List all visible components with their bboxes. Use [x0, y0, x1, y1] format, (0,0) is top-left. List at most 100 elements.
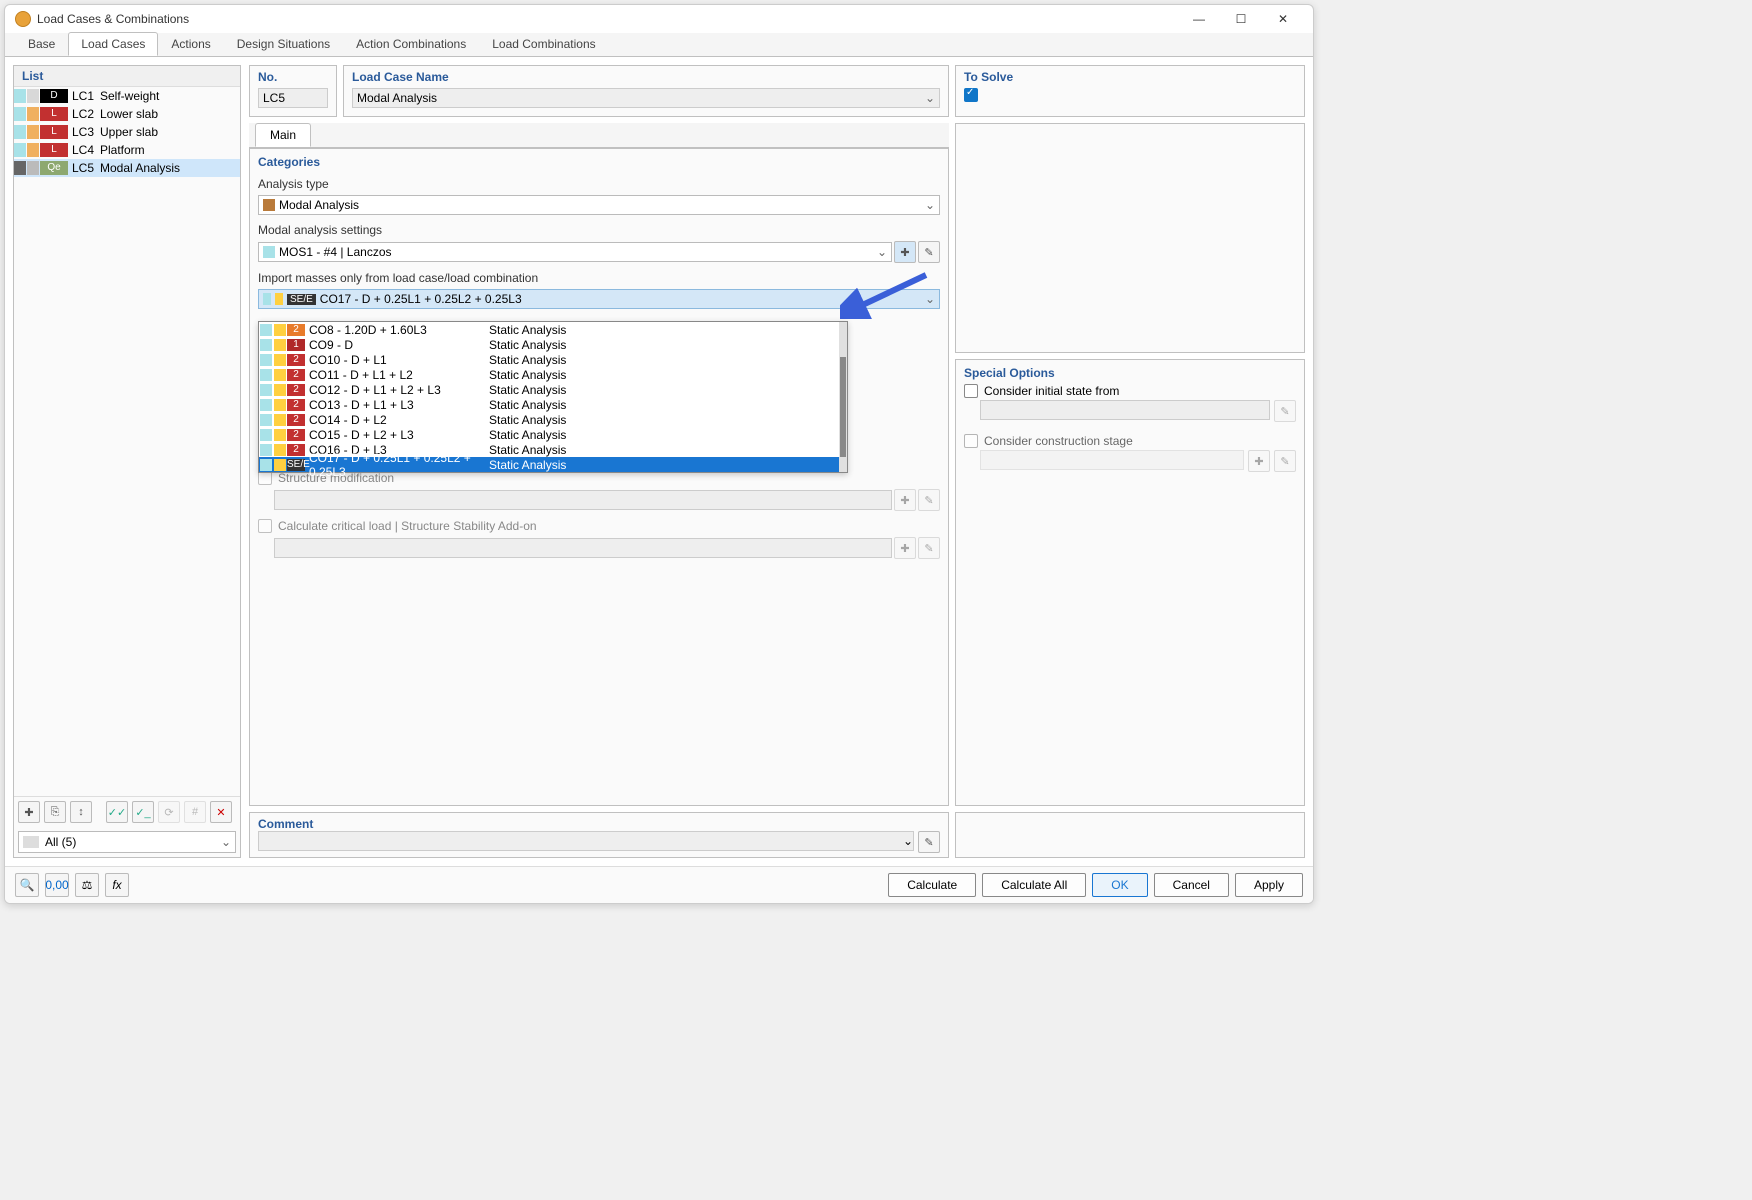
scrollbar[interactable]: [839, 322, 847, 472]
function-icon[interactable]: fx: [105, 873, 129, 897]
to-solve-field: To Solve: [955, 65, 1305, 117]
no-input[interactable]: LC5: [258, 88, 328, 108]
uncheck-all-icon[interactable]: ✓_: [132, 801, 154, 823]
load-case-row[interactable]: QeLC5Modal Analysis: [14, 159, 240, 177]
tab-action-combinations[interactable]: Action Combinations: [343, 32, 479, 56]
chevron-down-icon: ⌄: [877, 245, 887, 259]
construction-stage-checkbox[interactable]: [964, 434, 978, 448]
sub-tab-bar: Main: [249, 123, 949, 148]
load-case-list[interactable]: DLC1Self-weightLLC2Lower slabLLC3Upper s…: [14, 87, 240, 796]
new-icon[interactable]: ✚: [18, 801, 40, 823]
dropdown-item[interactable]: 1CO9 - DStatic Analysis: [259, 337, 839, 352]
load-case-row[interactable]: LLC3Upper slab: [14, 123, 240, 141]
construction-stage-label: Consider construction stage: [984, 434, 1133, 448]
load-case-row[interactable]: DLC1Self-weight: [14, 87, 240, 105]
chevron-down-icon: ⌄: [925, 91, 935, 105]
renumber-icon[interactable]: #: [184, 801, 206, 823]
dropdown-item[interactable]: 2CO12 - D + L1 + L2 + L3Static Analysis: [259, 382, 839, 397]
name-input[interactable]: Modal Analysis ⌄: [352, 88, 940, 108]
dropdown-item[interactable]: SE/ECO17 - D + 0.25L1 + 0.25L2 + 0.25L3S…: [259, 457, 839, 472]
tab-actions[interactable]: Actions: [158, 32, 223, 56]
list-toolbar: ✚ ⎘ ↕ ✓✓ ✓_ ⟳ # ✕: [14, 796, 240, 827]
dropdown-item[interactable]: 2CO10 - D + L1Static Analysis: [259, 352, 839, 367]
chevron-down-icon: ⌄: [221, 835, 231, 849]
tab-load-cases[interactable]: Load Cases: [68, 32, 158, 56]
close-button[interactable]: ✕: [1263, 7, 1303, 31]
load-case-row[interactable]: LLC2Lower slab: [14, 105, 240, 123]
to-solve-label: To Solve: [964, 70, 1296, 84]
chevron-down-icon: ⌄: [903, 834, 913, 848]
new-icon[interactable]: ✚: [894, 537, 916, 559]
search-icon[interactable]: 🔍: [15, 873, 39, 897]
tab-bar: Base Load Cases Actions Design Situation…: [5, 33, 1313, 57]
import-masses-label: Import masses only from load case/load c…: [258, 271, 940, 285]
no-label: No.: [258, 70, 328, 84]
maximize-button[interactable]: ☐: [1221, 7, 1261, 31]
structure-mod-dropdown: [274, 490, 892, 510]
ok-button[interactable]: OK: [1092, 873, 1147, 897]
minimize-button[interactable]: —: [1179, 7, 1219, 31]
annotation-arrow: [840, 269, 930, 319]
modal-swatch: [263, 246, 275, 258]
load-case-row[interactable]: LLC4Platform: [14, 141, 240, 159]
cancel-button[interactable]: Cancel: [1154, 873, 1229, 897]
analysis-swatch: [263, 199, 275, 211]
modal-settings-dropdown[interactable]: MOS1 - #4 | Lanczos ⌄: [258, 242, 892, 262]
initial-state-dropdown: [980, 400, 1270, 420]
critical-load-checkbox[interactable]: [258, 519, 272, 533]
window-title: Load Cases & Combinations: [37, 12, 1179, 26]
tab-load-combinations[interactable]: Load Combinations: [479, 32, 608, 56]
copy-icon[interactable]: ⎘: [44, 801, 66, 823]
structure-mod-checkbox[interactable]: [258, 471, 272, 485]
dropdown-item[interactable]: 2CO15 - D + L2 + L3Static Analysis: [259, 427, 839, 442]
apply-button[interactable]: Apply: [1235, 873, 1303, 897]
new-settings-icon[interactable]: ✚: [894, 241, 916, 263]
subtab-main[interactable]: Main: [255, 123, 311, 147]
list-panel: List DLC1Self-weightLLC2Lower slabLLC3Up…: [13, 65, 241, 858]
dropdown-item[interactable]: 2CO14 - D + L2Static Analysis: [259, 412, 839, 427]
new-icon: ✚: [1248, 450, 1270, 472]
import-masses-dropdown[interactable]: SE/E CO17 - D + 0.25L1 + 0.25L2 + 0.25L3…: [258, 289, 940, 309]
comment-input[interactable]: ⌄: [258, 831, 914, 851]
dialog-footer: 🔍 0,00 ⚖ fx Calculate Calculate All OK C…: [5, 866, 1313, 903]
refresh-icon[interactable]: ⟳: [158, 801, 180, 823]
calculate-all-button[interactable]: Calculate All: [982, 873, 1086, 897]
edit-icon[interactable]: ✎: [918, 489, 940, 511]
filter-dropdown[interactable]: All (5) ⌄: [18, 831, 236, 853]
standards-icon[interactable]: ⚖: [75, 873, 99, 897]
critical-load-dropdown: [274, 538, 892, 558]
new-icon[interactable]: ✚: [894, 489, 916, 511]
comment-edit-icon[interactable]: ✎: [918, 831, 940, 853]
units-icon[interactable]: 0,00: [45, 873, 69, 897]
edit-icon[interactable]: ✎: [918, 537, 940, 559]
special-options-title: Special Options: [964, 366, 1296, 380]
dropdown-item[interactable]: 2CO8 - 1.20D + 1.60L3Static Analysis: [259, 322, 839, 337]
construction-stage-dropdown: [980, 450, 1244, 470]
tab-base[interactable]: Base: [15, 32, 68, 56]
modal-settings-label: Modal analysis settings: [258, 223, 940, 237]
edit-icon[interactable]: ✎: [1274, 400, 1296, 422]
preview-box: [955, 123, 1305, 353]
sort-icon[interactable]: ↕: [70, 801, 92, 823]
dropdown-item[interactable]: 2CO11 - D + L1 + L2Static Analysis: [259, 367, 839, 382]
name-label: Load Case Name: [352, 70, 940, 84]
bottom-right-box: [955, 812, 1305, 858]
categories-title: Categories: [258, 155, 940, 169]
check-all-icon[interactable]: ✓✓: [106, 801, 128, 823]
edit-settings-icon[interactable]: ✎: [918, 241, 940, 263]
critical-load-label: Calculate critical load | Structure Stab…: [278, 519, 537, 533]
chevron-down-icon: ⌄: [925, 198, 935, 212]
filter-value: All (5): [45, 835, 221, 849]
analysis-type-dropdown[interactable]: Modal Analysis ⌄: [258, 195, 940, 215]
special-options-box: Special Options Consider initial state f…: [955, 359, 1305, 806]
tab-design-situations[interactable]: Design Situations: [224, 32, 343, 56]
initial-state-checkbox[interactable]: [964, 384, 978, 398]
calculate-button[interactable]: Calculate: [888, 873, 976, 897]
dropdown-item[interactable]: 2CO13 - D + L1 + L3Static Analysis: [259, 397, 839, 412]
titlebar: Load Cases & Combinations — ☐ ✕: [5, 5, 1313, 33]
import-dropdown-list[interactable]: 2CO8 - 1.20D + 1.60L3Static Analysis1CO9…: [258, 321, 848, 473]
initial-state-label: Consider initial state from: [984, 384, 1119, 398]
delete-icon[interactable]: ✕: [210, 801, 232, 823]
to-solve-checkbox[interactable]: [964, 88, 978, 102]
critical-load-row: Calculate critical load | Structure Stab…: [258, 519, 940, 533]
